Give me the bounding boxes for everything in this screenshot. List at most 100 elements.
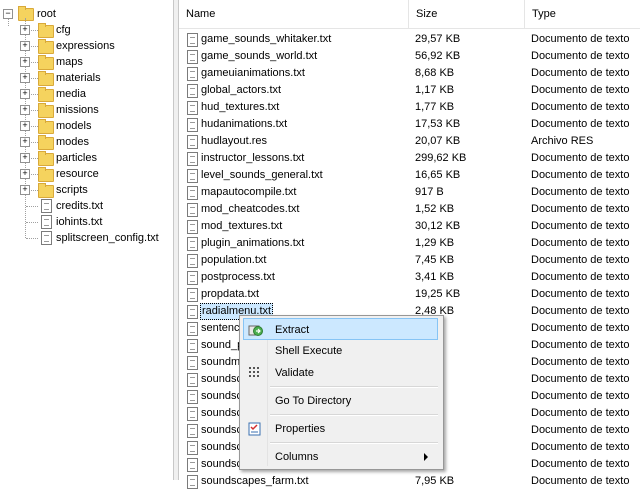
expand-toggle[interactable]: +: [20, 73, 30, 83]
root-collapse-toggle[interactable]: −: [3, 9, 13, 19]
tree-connector: [26, 222, 38, 223]
tree-item-root[interactable]: root: [37, 6, 56, 22]
menu-item-go-to-directory[interactable]: Go To Directory: [243, 390, 438, 412]
tree-item-file[interactable]: iohints.txt: [56, 214, 102, 230]
menu-item-validate[interactable]: Validate: [243, 362, 438, 384]
cell-name: propdata.txt: [201, 288, 260, 300]
submenu-arrow-icon: [424, 453, 428, 461]
cell-size: 17,53 KB: [415, 118, 461, 130]
cell-name: sentenc: [201, 322, 240, 334]
tree-item-cfg[interactable]: cfg: [56, 22, 71, 38]
cell-size: 30,12 KB: [415, 220, 461, 232]
table-row[interactable]: game_sounds_whitaker.txt 29,57 KB Document…: [179, 31, 640, 48]
validate-icon: [249, 367, 259, 377]
tree-item-models[interactable]: models: [56, 118, 91, 134]
cell-size: 7,95 KB: [415, 475, 455, 487]
file-icon: [187, 67, 198, 81]
expand-toggle[interactable]: +: [20, 137, 30, 147]
file-icon: [187, 322, 198, 336]
expand-toggle[interactable]: +: [20, 121, 30, 131]
cell-type: Documento de texto: [531, 424, 630, 436]
cell-size: 1,77 KB: [415, 101, 455, 113]
table-row[interactable]: game_sounds_world.txt 56,92 KB Documento d…: [179, 48, 640, 65]
cell-size: 19,25 KB: [415, 288, 461, 300]
cell-type: Documento de texto: [531, 254, 630, 266]
tree-item-missions[interactable]: missions: [56, 102, 99, 118]
tree-item-media[interactable]: media: [56, 86, 86, 102]
table-row[interactable]: postprocess.txt 3,41 KB Documento de texto: [179, 269, 640, 286]
folder-icon: [38, 39, 54, 54]
expand-toggle[interactable]: +: [20, 153, 30, 163]
table-row[interactable]: soundscapes_farm.txt 7,95 KB Documento de …: [179, 473, 640, 490]
list-header: Name Size Type: [179, 0, 640, 29]
cell-size: 16,65 KB: [415, 169, 461, 181]
column-header-size[interactable]: Size: [409, 0, 525, 28]
table-row[interactable]: level_sounds_general.txt 16,65 KB Document…: [179, 167, 640, 184]
cell-name: postprocess.txt: [201, 271, 275, 283]
table-row[interactable]: hud_textures.txt 1,77 KB Documento de text…: [179, 99, 640, 116]
folder-icon: [38, 23, 54, 38]
tree-connector: [26, 238, 38, 239]
tree-item-file[interactable]: credits.txt: [56, 198, 103, 214]
tree-item-expressions[interactable]: expressions: [56, 38, 115, 54]
tree-item-resource[interactable]: resource: [56, 166, 99, 182]
cell-name: soundsc: [201, 373, 242, 385]
tree-item-maps[interactable]: maps: [56, 54, 83, 70]
menu-item-shell-execute[interactable]: Shell Execute: [243, 340, 438, 362]
file-icon: [41, 231, 52, 245]
expand-toggle[interactable]: +: [20, 105, 30, 115]
expand-toggle[interactable]: +: [20, 169, 30, 179]
cell-name: mod_cheatcodes.txt: [201, 203, 300, 215]
file-icon: [187, 339, 198, 353]
tree-item-file[interactable]: splitscreen_config.txt: [56, 230, 159, 246]
table-row[interactable]: global_actors.txt 1,17 KB Documento de tex…: [179, 82, 640, 99]
cell-name: hudlayout.res: [201, 135, 268, 147]
table-row[interactable]: gameuianimations.txt 8,68 KB Documento de …: [179, 65, 640, 82]
expand-toggle[interactable]: +: [20, 41, 30, 51]
file-icon: [187, 101, 198, 115]
table-row[interactable]: instructor_lessons.txt 299,62 KB Documento…: [179, 150, 640, 167]
menu-separator: [270, 386, 438, 388]
cell-size: 917 B: [415, 186, 444, 198]
extract-icon: [248, 325, 263, 336]
column-header-name[interactable]: Name: [179, 0, 409, 28]
column-header-type[interactable]: Type: [525, 0, 640, 28]
cell-type: Documento de texto: [531, 441, 630, 453]
tree-item-modes[interactable]: modes: [56, 134, 89, 150]
menu-item-extract[interactable]: Extract: [243, 318, 438, 340]
tree-item-particles[interactable]: particles: [56, 150, 97, 166]
expand-toggle[interactable]: +: [20, 185, 30, 195]
cell-type: Documento de texto: [531, 475, 630, 487]
table-row[interactable]: mod_textures.txt 30,12 KB Documento de tex…: [179, 218, 640, 235]
cell-name: game_sounds_whitaker.txt: [201, 33, 332, 45]
file-icon: [187, 390, 198, 404]
expand-toggle[interactable]: +: [20, 25, 30, 35]
expand-toggle[interactable]: +: [20, 57, 30, 67]
table-row[interactable]: population.txt 7,45 KB Documento de texto: [179, 252, 640, 269]
tree-item-scripts[interactable]: scripts: [56, 182, 88, 198]
table-row[interactable]: propdata.txt 19,25 KB Documento de texto: [179, 286, 640, 303]
file-icon: [187, 475, 198, 489]
file-icon: [187, 152, 198, 166]
cell-size: 1,17 KB: [415, 84, 455, 96]
table-row[interactable]: mapautocompile.txt 917 B Documento de text…: [179, 184, 640, 201]
cell-type: Documento de texto: [531, 220, 630, 232]
expand-toggle[interactable]: +: [20, 89, 30, 99]
table-row[interactable]: hudanimations.txt 17,53 KB Documento de te…: [179, 116, 640, 133]
table-row[interactable]: plugin_animations.txt 1,29 KB Documento de…: [179, 235, 640, 252]
cell-name: population.txt: [201, 254, 267, 266]
cell-name: mod_textures.txt: [201, 220, 283, 232]
file-icon: [187, 50, 198, 64]
cell-name: plugin_animations.txt: [201, 237, 305, 249]
table-row[interactable]: hudlayout.res 20,07 KB Archivo RES: [179, 133, 640, 150]
file-icon: [187, 356, 198, 370]
menu-item-properties[interactable]: Properties: [243, 418, 438, 440]
cell-name: soundsc: [201, 441, 242, 453]
table-row[interactable]: mod_cheatcodes.txt 1,52 KB Documento de te…: [179, 201, 640, 218]
folder-tree[interactable]: − root + cfg + expressions + maps + materials + m…: [0, 0, 174, 480]
menu-item-columns[interactable]: Columns: [243, 446, 438, 468]
tree-connector: [26, 206, 38, 207]
folder-icon: [38, 71, 54, 86]
cell-type: Documento de texto: [531, 339, 630, 351]
tree-item-materials[interactable]: materials: [56, 70, 101, 86]
